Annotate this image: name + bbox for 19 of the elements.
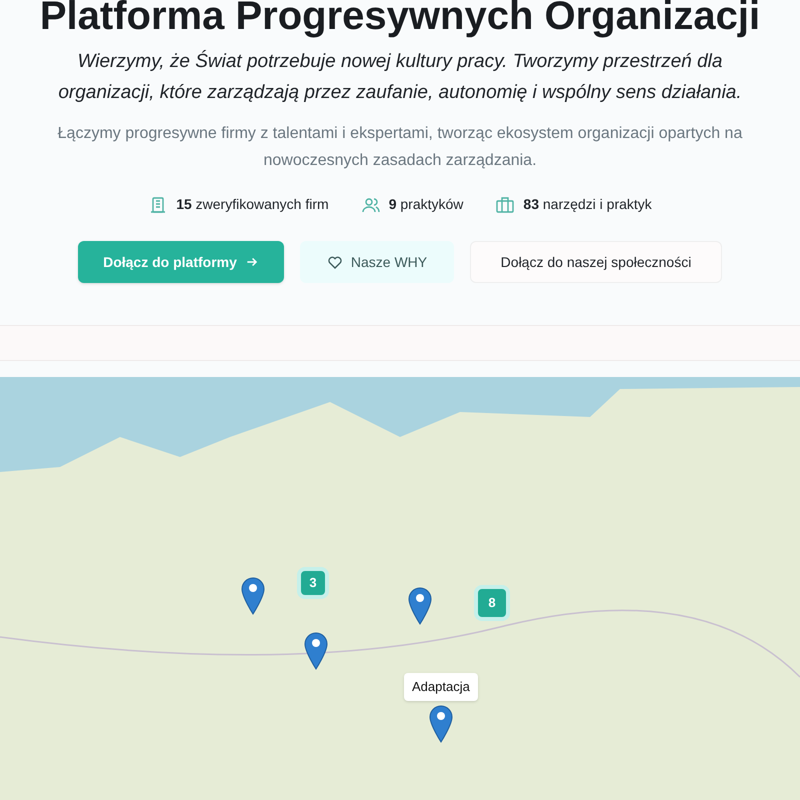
stat-text: 83 narzędzi i praktyk — [523, 195, 652, 214]
briefcase-icon — [495, 194, 516, 214]
marker-cluster[interactable]: 3 — [297, 567, 329, 599]
marker-cluster[interactable]: 8 — [474, 585, 510, 621]
cta-button[interactable]: Dołącz do platformy — [78, 241, 284, 283]
map-pin-icon[interactable] — [408, 587, 432, 625]
cta-button[interactable]: Dołącz do naszej społeczności — [470, 241, 722, 283]
page-title: Platforma Progresywnych Organizacji — [40, 0, 760, 38]
description: Łączymy progresywne firmy z talentami i ekspertami, tworząc ekosystem organizacji opartych na nowoczesnych zasadach zarządzania. — [56, 124, 744, 171]
heart-icon — [326, 254, 343, 270]
map-tooltip: Adaptacja — [404, 673, 478, 700]
map-pin-icon[interactable] — [429, 705, 453, 743]
tagline: Wierzymy, że Świat potrzebuje nowej kultury pracy. Tworzymy przestrzeń dla organizacji, które zarządzają przez zaufanie, autonomię i wspólny sens działania. — [57, 49, 743, 105]
cta-button[interactable]: Nasze WHY — [300, 241, 454, 283]
map-pin-icon[interactable] — [304, 632, 328, 670]
arrow-right-icon — [244, 255, 259, 269]
stat-text: 9 praktyków — [388, 195, 464, 214]
stat-text: 15 zweryfikowanych firm — [176, 195, 329, 214]
map-pin-icon[interactable] — [241, 577, 265, 615]
